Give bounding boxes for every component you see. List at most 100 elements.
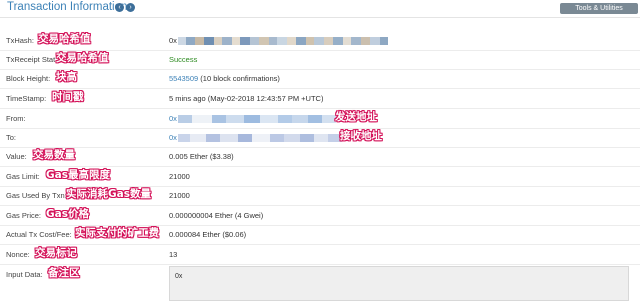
nonce-annotation: 交易标记 <box>35 247 77 259</box>
row-to: To: 0x 接收地址 <box>0 130 640 145</box>
row-actual-cost: Actual Tx Cost/Fee: 实际支付的矿工费 0.000084 Et… <box>0 227 640 242</box>
block-confirmations: (10 block confirmations) <box>198 74 280 83</box>
block-height-annotation: 块高 <box>56 71 77 83</box>
block-height-value: 5543509 (10 block confirmations) <box>169 72 280 86</box>
timestamp-label: TimeStamp: <box>6 94 47 103</box>
redacted-block <box>243 114 260 123</box>
input-data-value: 0x <box>175 273 183 280</box>
redacted-block <box>177 36 186 45</box>
gas-used-annotation: 实际消耗Gas数量 <box>66 188 151 200</box>
redacted-block <box>191 114 212 123</box>
redacted-block <box>185 36 195 45</box>
redacted-block <box>177 114 192 123</box>
value-amount: 0.005 Ether ($3.38) <box>169 152 234 161</box>
divider <box>0 69 640 70</box>
from-label: From: <box>6 114 26 123</box>
redacted-block <box>189 133 206 142</box>
redacted-block <box>177 133 190 142</box>
gas-price-annotation: Gas价格 <box>46 208 89 220</box>
chevron-right-icon[interactable]: › <box>126 3 135 12</box>
tools-utilities-button[interactable]: Tools & Utilities <box>560 3 638 14</box>
redacted-block <box>313 133 328 142</box>
gas-price-label: Gas Price: <box>6 211 42 220</box>
redacted-block <box>379 36 388 45</box>
to-label: To: <box>6 133 17 142</box>
divider <box>0 244 640 245</box>
input-data-annotation: 备注区 <box>48 267 80 279</box>
gas-limit-label: Gas Limit: <box>6 172 40 181</box>
block-height-link[interactable]: 5543509 <box>169 74 198 83</box>
redacted-block <box>237 133 252 142</box>
redacted-block <box>369 36 380 45</box>
input-data-label: Input Data: <box>6 270 43 279</box>
value-annotation: 交易数量 <box>33 149 75 161</box>
txhash-label: TxHash: <box>6 36 34 45</box>
redacted-block <box>286 36 296 45</box>
row-receipt-status: TxReceipt Stat 交易哈希值 Success <box>0 52 640 67</box>
redacted-block <box>221 36 232 45</box>
redacted-block <box>350 36 361 45</box>
redacted-block <box>213 36 222 45</box>
input-data-field[interactable]: 0x <box>169 266 629 301</box>
gas-used-value: 21000 <box>169 191 190 200</box>
redacted-block <box>194 36 204 45</box>
redacted-block <box>258 36 269 45</box>
nonce-value: 13 <box>169 250 178 259</box>
row-gas-used: Gas Used By Txn: 实际消耗Gas数量 21000 <box>0 188 640 203</box>
page-title: Transaction Information <box>7 1 128 13</box>
row-from: From: 0x 发送地址 <box>0 111 640 126</box>
value-label: Value: <box>6 152 27 161</box>
txhash-value: 0x <box>169 36 388 45</box>
redacted-block <box>249 36 259 45</box>
receipt-status-annotation: 交易哈希值 <box>56 52 109 64</box>
divider <box>0 108 640 109</box>
timestamp-value: 5 mins ago (May-02-2018 12:43:57 PM +UTC… <box>169 94 324 103</box>
gas-price-value: 0.000000004 Ether (4 Gwei) <box>169 211 264 220</box>
timestamp-annotation: 时间戳 <box>52 91 84 103</box>
actual-cost-label: Actual Tx Cost/Fee: <box>6 230 72 239</box>
redacted-block <box>211 114 226 123</box>
actual-cost-annotation: 实际支付的矿工费 <box>75 227 159 239</box>
from-address[interactable]: 0x <box>169 114 336 123</box>
gas-used-label: Gas Used By Txn: <box>6 191 67 200</box>
tx-navigation: ‹ › <box>115 3 135 12</box>
redacted-block <box>342 36 351 45</box>
redacted-block <box>259 114 278 123</box>
redacted-block <box>203 36 214 45</box>
to-address[interactable]: 0x <box>169 133 342 142</box>
redacted-block <box>360 36 370 45</box>
redacted-block <box>295 36 306 45</box>
redacted-block <box>251 133 270 142</box>
redacted-block <box>276 36 287 45</box>
txhash-annotation: 交易哈希值 <box>38 33 91 45</box>
redacted-block <box>321 114 336 123</box>
from-annotation: 发送地址 <box>335 111 377 123</box>
from-prefix: 0x <box>169 114 177 123</box>
redacted-block <box>283 133 300 142</box>
row-gas-price: Gas Price: Gas价格 0.000000004 Ether (4 Gw… <box>0 208 640 223</box>
divider <box>0 205 640 206</box>
row-block-height: Block Height: 块高 5543509 (10 block confi… <box>0 71 640 86</box>
actual-cost-value: 0.000084 Ether ($0.06) <box>169 230 247 239</box>
redacted-block <box>323 36 333 45</box>
to-annotation: 接收地址 <box>340 130 382 142</box>
redacted-block <box>205 133 220 142</box>
page-header: Transaction Information ‹ › Tools & Util… <box>0 0 640 18</box>
redacted-block <box>225 114 244 123</box>
redacted-block <box>291 114 308 123</box>
chevron-left-icon[interactable]: ‹ <box>115 3 124 12</box>
divider <box>0 264 640 265</box>
divider <box>0 166 640 167</box>
redacted-block <box>268 36 277 45</box>
receipt-status-label: TxReceipt Stat <box>6 55 56 64</box>
nonce-label: Nonce: <box>6 250 30 259</box>
redacted-block <box>277 114 292 123</box>
txhash-prefix: 0x <box>169 36 177 45</box>
redacted-block <box>313 36 324 45</box>
row-nonce: Nonce: 交易标记 13 <box>0 247 640 262</box>
receipt-status-value: Success <box>169 55 198 64</box>
redacted-block <box>269 133 284 142</box>
redacted-block <box>231 36 240 45</box>
row-value: Value: 交易数量 0.005 Ether ($3.38) <box>0 149 640 164</box>
divider <box>0 147 640 148</box>
